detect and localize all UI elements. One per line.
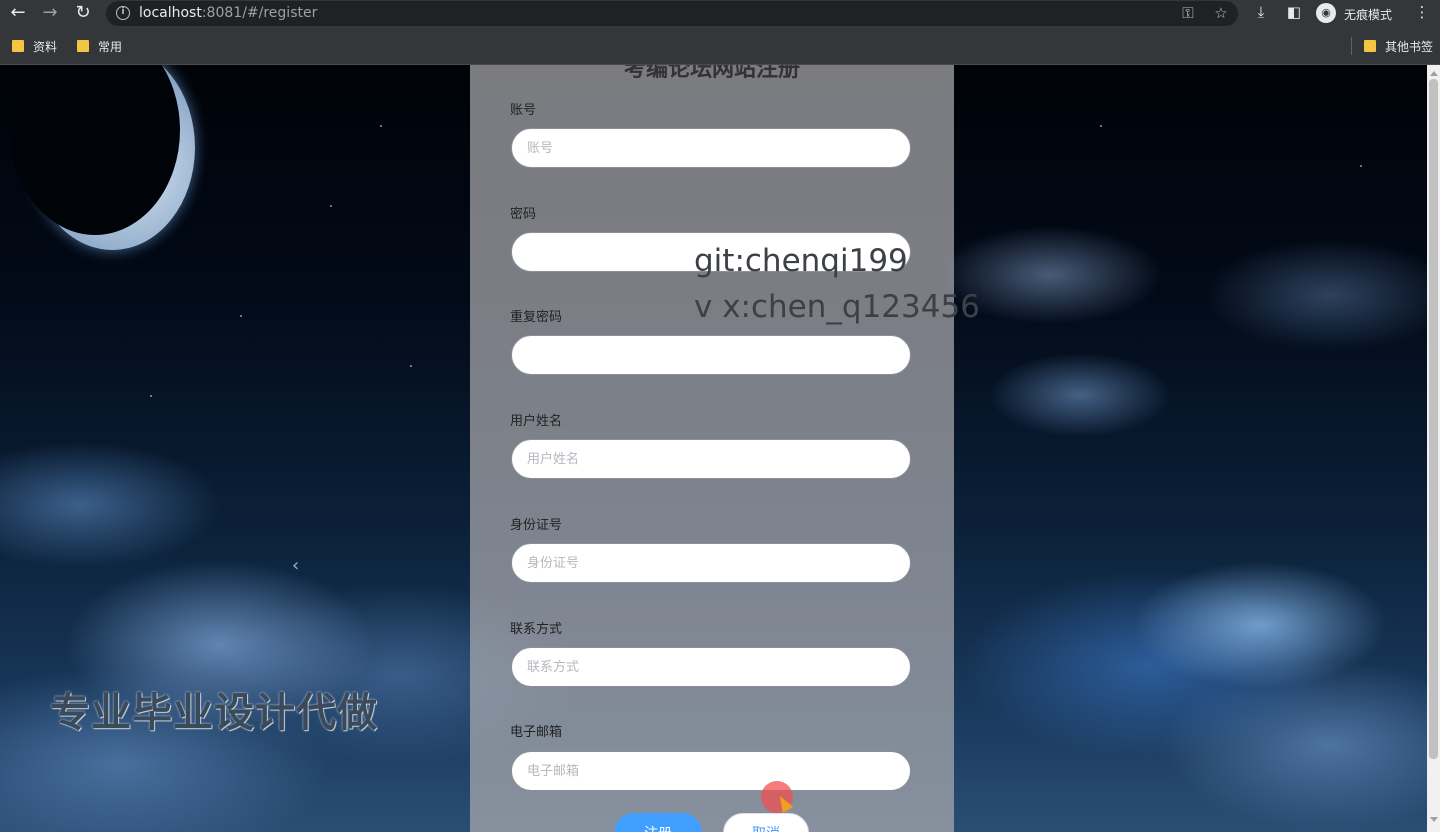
star-decoration <box>330 205 332 207</box>
field-label-repeat-password: 重复密码 <box>510 310 563 325</box>
incognito-icon: ◉ <box>1316 3 1336 23</box>
url-path: :8081/#/register <box>201 5 318 21</box>
star-decoration <box>1360 165 1362 167</box>
star-decoration <box>380 125 382 127</box>
bookmark-label: 资料 <box>33 40 58 54</box>
incognito-label: 无痕模式 <box>1344 8 1393 22</box>
page-background: ‹ 考编论坛网站注册 账号 密码 重复密码 用户姓名 身份证号 联系方式 电子邮… <box>0 65 1427 832</box>
field-label-id-number: 身份证号 <box>510 518 563 533</box>
bookmark-separator <box>1351 37 1352 55</box>
watermark-line-2: v x:chen_q123456 <box>694 289 980 325</box>
folder-icon <box>12 40 24 52</box>
other-bookmarks-label: 其他书签 <box>1385 40 1434 54</box>
star-decoration <box>150 395 152 397</box>
browser-toolbar: ← → ↻ i localhost:8081/#/register ⚿ ☆ ⤓ … <box>0 0 1440 27</box>
chevron-left-icon[interactable]: ‹ <box>292 555 299 576</box>
bookmark-label: 常用 <box>98 40 123 54</box>
scroll-thumb[interactable] <box>1429 79 1438 759</box>
side-panel-icon[interactable]: ◧ <box>1284 3 1304 21</box>
url-host: localhost <box>139 5 202 21</box>
star-icon[interactable]: ☆ <box>1211 4 1231 22</box>
info-icon[interactable]: i <box>116 6 130 20</box>
kebab-menu-icon[interactable]: ⋮ <box>1412 3 1432 21</box>
form-title: 考编论坛网站注册 <box>623 65 800 82</box>
folder-icon <box>1364 40 1376 52</box>
star-decoration <box>1100 125 1102 127</box>
folder-icon <box>77 40 89 52</box>
scroll-down-icon[interactable] <box>1430 817 1438 822</box>
back-icon[interactable]: ← <box>6 2 30 24</box>
scroll-up-icon[interactable] <box>1430 71 1438 76</box>
page-scrollbar[interactable] <box>1427 65 1440 832</box>
email-input[interactable] <box>511 751 911 791</box>
key-icon[interactable]: ⚿ <box>1178 4 1198 22</box>
incognito-profile-button[interactable]: ◉ 无痕模式 <box>1314 2 1398 25</box>
overlay-caption: 专业毕业设计代做 <box>50 690 378 736</box>
reload-icon[interactable]: ↻ <box>71 2 95 24</box>
bookmarks-bar: 资料 常用 其他书签 <box>0 27 1440 65</box>
field-label-username: 用户姓名 <box>510 414 563 429</box>
cancel-button[interactable]: 取消 <box>723 813 809 832</box>
register-button[interactable]: 注册 <box>614 813 702 832</box>
url-text[interactable]: localhost:8081/#/register <box>139 5 317 21</box>
star-decoration <box>240 315 242 317</box>
account-input[interactable] <box>511 128 911 168</box>
register-form-panel: 考编论坛网站注册 账号 密码 重复密码 用户姓名 身份证号 联系方式 电子邮箱 … <box>470 65 954 832</box>
address-bar[interactable]: i localhost:8081/#/register ⚿ ☆ <box>106 1 1238 26</box>
forward-icon[interactable]: → <box>38 2 62 24</box>
field-label-contact: 联系方式 <box>510 622 563 637</box>
field-label-password: 密码 <box>510 207 537 222</box>
contact-input[interactable] <box>511 647 911 687</box>
field-label-email: 电子邮箱 <box>510 725 563 740</box>
id-number-input[interactable] <box>511 543 911 583</box>
field-label-account: 账号 <box>510 103 537 118</box>
watermark-line-1: git:chenqi199 <box>694 243 908 279</box>
repeat-password-input[interactable] <box>511 335 911 375</box>
download-icon[interactable]: ⤓ <box>1251 3 1271 21</box>
username-input[interactable] <box>511 439 911 479</box>
star-decoration <box>410 365 412 367</box>
